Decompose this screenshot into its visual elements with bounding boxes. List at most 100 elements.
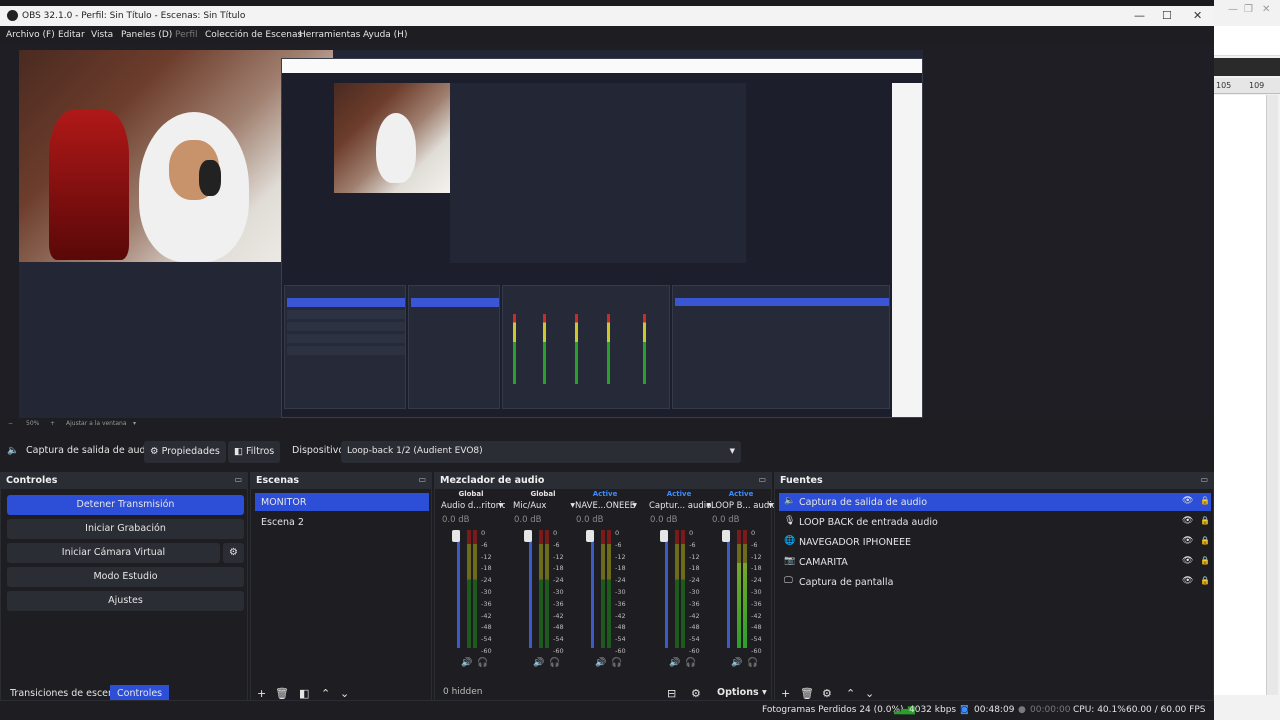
channel-menu-chevron-icon[interactable]: ▼ <box>632 502 637 509</box>
start-recording-button[interactable]: Iniciar Grabación <box>7 519 244 539</box>
meter-scale-label: -36 <box>615 599 626 608</box>
mute-speaker-icon[interactable]: 🔊 <box>533 658 544 668</box>
channel-name[interactable]: Captur... audio <box>649 501 713 511</box>
remove-source-trash-icon[interactable]: 🗑 <box>800 687 814 700</box>
title-bar[interactable]: OBS 32.1.0 - Perfil: Sin Título - Escena… <box>0 6 1214 26</box>
monitor-headphones-icon[interactable]: 🎧 <box>685 658 696 668</box>
maximize-button[interactable]: ☐ <box>1162 9 1172 22</box>
minimize-button[interactable]: — <box>1134 9 1145 22</box>
mute-speaker-icon[interactable]: 🔊 <box>461 658 472 668</box>
meter-scale-label: -54 <box>481 635 492 644</box>
scene-item-monitor[interactable]: MONITOR <box>255 493 429 511</box>
zoom-out-button[interactable]: − <box>8 420 13 427</box>
monitor-headphones-icon[interactable]: 🎧 <box>747 658 758 668</box>
bg-scrollbar[interactable] <box>1266 95 1278 695</box>
start-virtual-camera-button[interactable]: Iniciar Cámara Virtual <box>7 543 220 563</box>
nested-sources-panel <box>672 285 890 409</box>
source-properties-gear-icon[interactable]: ⚙ <box>822 687 832 700</box>
visibility-eye-icon[interactable]: 👁 <box>1182 556 1193 566</box>
background-app-window: — ❐ ✕ 105 109 <box>1214 0 1280 720</box>
volume-meter <box>737 530 741 648</box>
volume-slider-handle[interactable] <box>660 530 668 542</box>
scene-item-escena-2[interactable]: Escena 2 <box>255 513 429 531</box>
lock-icon[interactable]: 🔒 <box>1200 576 1210 585</box>
volume-slider[interactable] <box>529 530 532 648</box>
source-item[interactable]: 🖵 Captura de pantalla 👁 🔒 <box>779 573 1211 591</box>
menu-edit[interactable]: Editar <box>58 30 85 40</box>
volume-slider[interactable] <box>591 530 594 648</box>
volume-slider[interactable] <box>727 530 730 648</box>
add-scene-plus-icon[interactable]: + <box>257 687 266 700</box>
meter-scale-label: 0 <box>615 529 620 537</box>
program-canvas[interactable] <box>19 50 923 418</box>
add-source-plus-icon[interactable]: + <box>781 687 790 700</box>
zoom-in-button[interactable]: + <box>50 420 55 427</box>
menu-profile[interactable]: Perfil <box>175 30 198 40</box>
volume-slider-handle[interactable] <box>722 530 730 542</box>
menu-file[interactable]: Archivo (F) <box>6 30 55 40</box>
lock-icon[interactable]: 🔒 <box>1200 496 1210 505</box>
virtual-camera-settings-gear-icon[interactable]: ⚙ <box>223 543 244 563</box>
lock-icon[interactable]: 🔒 <box>1200 556 1210 565</box>
properties-button[interactable]: ⚙ Propiedades <box>144 441 226 463</box>
monitor-headphones-icon[interactable]: 🎧 <box>477 658 488 668</box>
channel-name[interactable]: NAVE...ONEEE <box>575 501 639 511</box>
mute-speaker-icon[interactable]: 🔊 <box>731 658 742 668</box>
stop-streaming-button[interactable]: Detener Transmisión <box>7 495 244 515</box>
volume-slider-handle[interactable] <box>524 530 532 542</box>
visibility-eye-icon[interactable]: 👁 <box>1182 576 1193 586</box>
monitor-headphones-icon[interactable]: 🎧 <box>611 658 622 668</box>
menu-tools[interactable]: Herramientas <box>299 30 360 40</box>
dock-float-icon[interactable]: ▭ <box>234 475 242 484</box>
studio-mode-button[interactable]: Modo Estudio <box>7 567 244 587</box>
lock-icon[interactable]: 🔒 <box>1200 516 1210 525</box>
mixer-advanced-gear-icon[interactable]: ⚙ <box>691 687 701 700</box>
channel-name[interactable]: LOOP B... audio <box>711 501 775 511</box>
source-item[interactable]: 🔈 Captura de salida de audio 👁 🔒 <box>779 493 1211 511</box>
mute-speaker-icon[interactable]: 🔊 <box>595 658 606 668</box>
visibility-eye-icon[interactable]: 👁 <box>1182 536 1193 546</box>
lock-icon[interactable]: 🔒 <box>1200 536 1210 545</box>
close-button[interactable]: ✕ <box>1193 9 1202 22</box>
ruler-label: 109 <box>1249 81 1265 90</box>
fit-to-window[interactable]: Ajustar a la ventana <box>66 420 127 427</box>
channel-menu-chevron-icon[interactable]: ▼ <box>498 502 503 509</box>
preview-area[interactable] <box>0 44 1214 418</box>
move-down-chevron-icon[interactable]: ⌄ <box>865 687 874 700</box>
channel-name[interactable]: Audio d...ritorio <box>441 501 505 511</box>
source-item[interactable]: 📷 CAMARITA 👁 🔒 <box>779 553 1211 571</box>
volume-slider-handle[interactable] <box>586 530 594 542</box>
visibility-eye-icon[interactable]: 👁 <box>1182 496 1193 506</box>
meter-scale-label: -60 <box>553 646 564 655</box>
filters-button[interactable]: ◧ Filtros <box>228 441 281 463</box>
source-item[interactable]: 🌐 NAVEGADOR IPHONEEE 👁 🔒 <box>779 533 1211 551</box>
mixer-options-button[interactable]: Options ▾ <box>717 687 767 698</box>
channel-menu-chevron-icon[interactable]: ▼ <box>768 502 773 509</box>
settings-button[interactable]: Ajustes <box>7 591 244 611</box>
dock-float-icon[interactable]: ▭ <box>758 475 766 484</box>
source-item[interactable]: 🎙 LOOP BACK de entrada audio 👁 🔒 <box>779 513 1211 531</box>
dock-float-icon[interactable]: ▭ <box>418 475 426 484</box>
scene-filters-icon[interactable]: ◧ <box>299 687 309 700</box>
volume-slider[interactable] <box>665 530 668 648</box>
mute-speaker-icon[interactable]: 🔊 <box>669 658 680 668</box>
volume-slider-handle[interactable] <box>452 530 460 542</box>
remove-scene-trash-icon[interactable]: 🗑 <box>275 687 289 700</box>
device-select[interactable]: Loop-back 1/2 (Audient EVO8) ▼ <box>341 441 741 463</box>
menu-help[interactable]: Ayuda (H) <box>363 30 407 40</box>
move-down-chevron-icon[interactable]: ⌄ <box>340 687 349 700</box>
mixer-layout-icon[interactable]: ⊟ <box>667 687 676 700</box>
meter-scale-label: -18 <box>751 564 762 573</box>
move-up-chevron-icon[interactable]: ⌃ <box>846 687 855 700</box>
menu-docks[interactable]: Paneles (D) <box>121 30 172 40</box>
zoom-dropdown-chevron-icon[interactable]: ▾ <box>133 420 136 427</box>
dock-float-icon[interactable]: ▭ <box>1200 475 1208 484</box>
menu-view[interactable]: Vista <box>91 30 113 40</box>
visibility-eye-icon[interactable]: 👁 <box>1182 516 1193 526</box>
move-up-chevron-icon[interactable]: ⌃ <box>321 687 330 700</box>
channel-name[interactable]: Mic/Aux <box>513 501 577 511</box>
volume-slider[interactable] <box>457 530 460 648</box>
nested-camera-image <box>334 83 450 193</box>
menu-scene-collection[interactable]: Colección de Escenas <box>205 30 302 40</box>
monitor-headphones-icon[interactable]: 🎧 <box>549 658 560 668</box>
